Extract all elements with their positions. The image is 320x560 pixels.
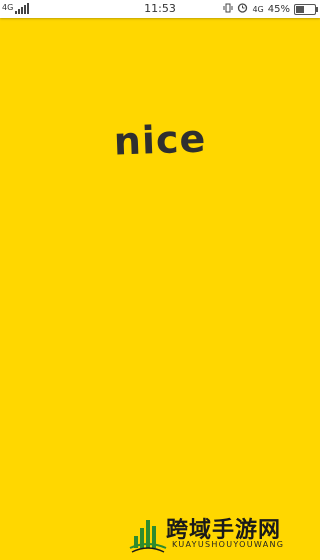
battery-percent: 45% (267, 3, 290, 15)
battery-icon (294, 3, 318, 15)
status-right: 4G 45% (223, 2, 318, 16)
vibrate-icon (223, 3, 233, 16)
status-bar: 4G 11:53 4G 45% (0, 0, 320, 18)
watermark-english-text: KUAYUSHOUYOUWANG (172, 540, 285, 549)
alarm-icon (237, 2, 248, 16)
app-logo: nice (113, 116, 207, 164)
watermark-logo-icon (129, 520, 167, 553)
watermark: 跨域手游网 KUAYUSHOUYOUWANG (128, 512, 308, 558)
network-type-right: 4G (252, 4, 264, 14)
